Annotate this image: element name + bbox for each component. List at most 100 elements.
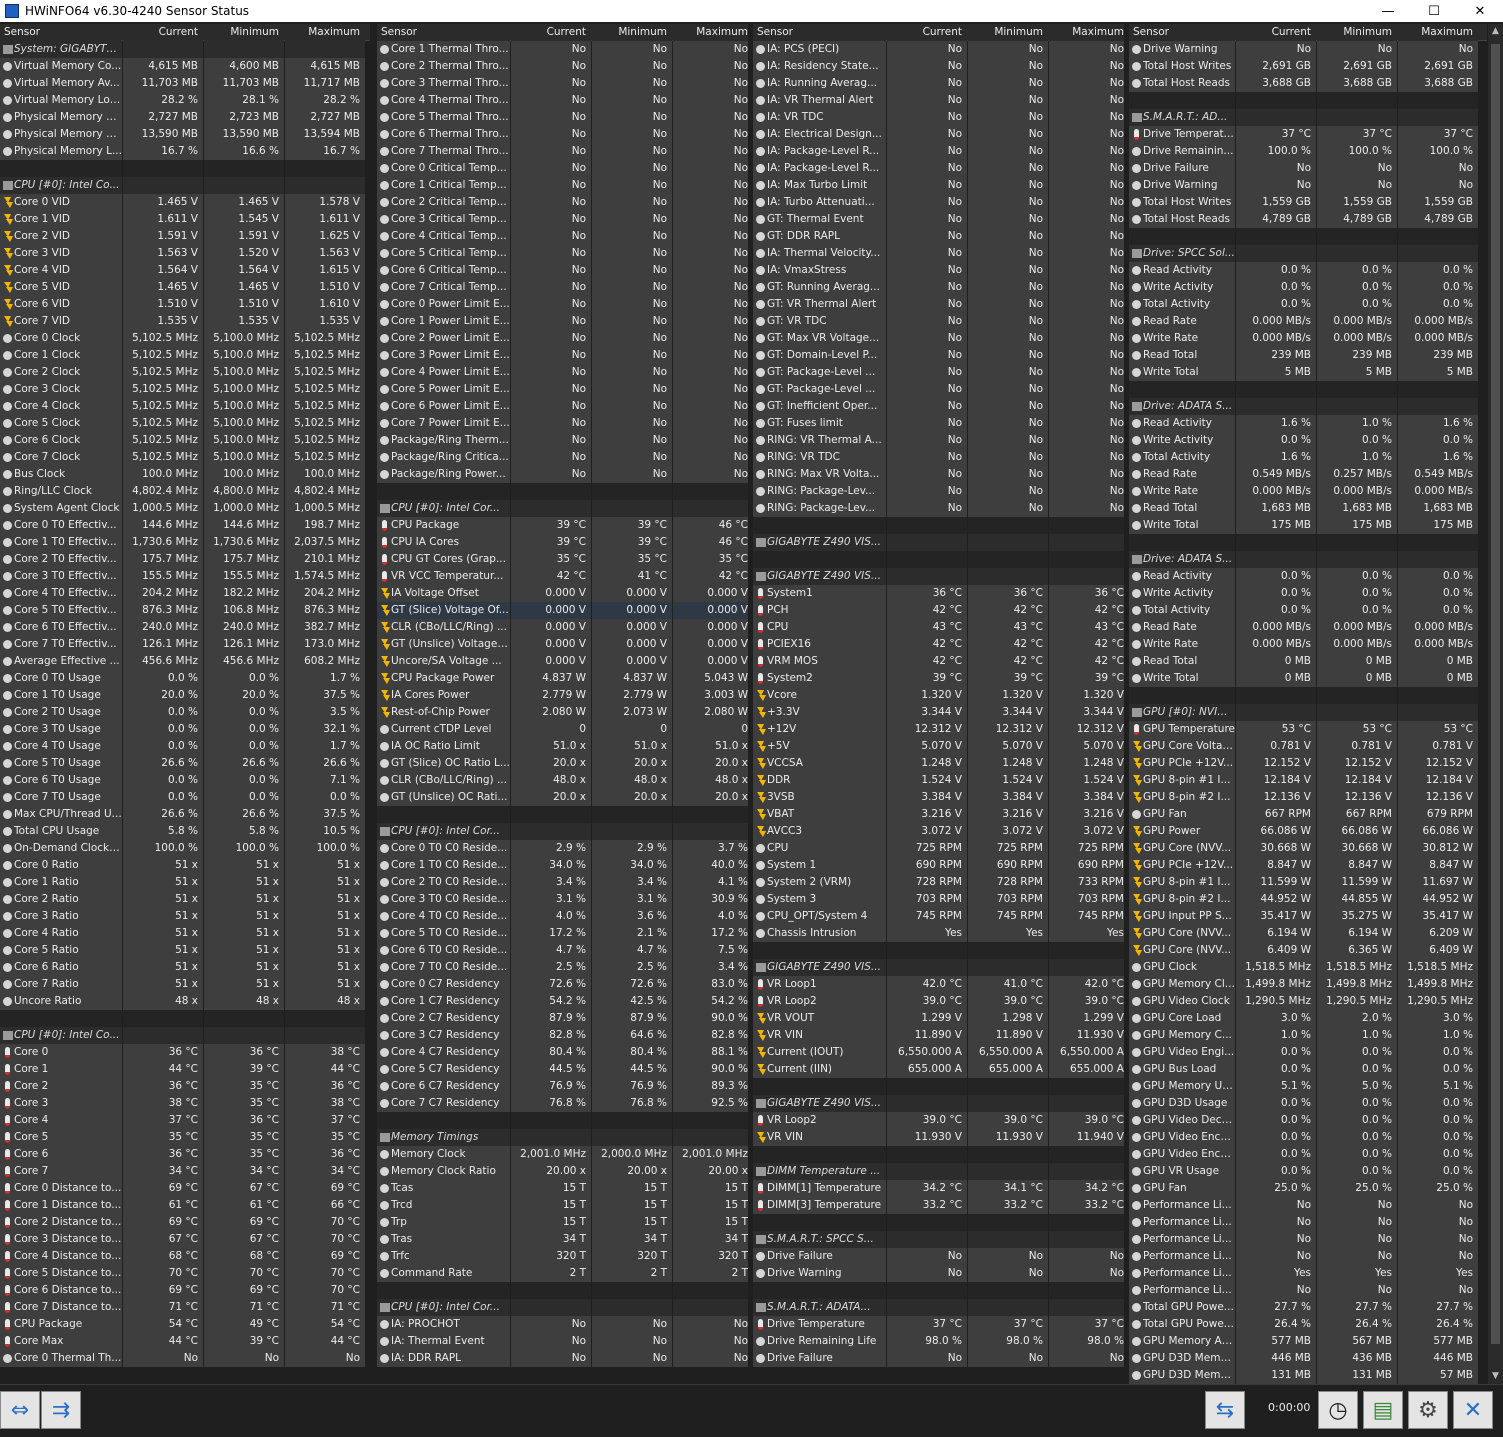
sensor-row[interactable]: IA: Package-Level R... No No No xyxy=(753,160,1124,177)
sensor-row[interactable]: GPU Clock 1,518.5 MHz 1,518.5 MHz 1,518.5 M… xyxy=(1129,959,1487,976)
sensor-row[interactable]: CPU IA Cores 39 °C 39 °C 46 °C xyxy=(377,534,748,551)
header-sensor[interactable]: Sensor xyxy=(1129,24,1235,41)
sensor-row[interactable]: System 3 703 RPM 703 RPM 703 RPM xyxy=(753,891,1124,908)
column-header[interactable]: Sensor Current Minimum Maximum xyxy=(1129,24,1487,41)
sensor-row[interactable]: Core 1 Critical Temp... No No No xyxy=(377,177,748,194)
sensor-row[interactable]: Core 5 VID 1.465 V 1.465 V 1.510 V xyxy=(0,279,370,296)
sensor-row[interactable]: GT: Fuses limit No No No xyxy=(753,415,1124,432)
sensor-row[interactable]: Core 0 VID 1.465 V 1.465 V 1.578 V xyxy=(0,194,370,211)
sensor-row[interactable]: Drive Failure No No No xyxy=(753,1350,1124,1367)
sensor-group-header[interactable]: System: GIGABYTE... xyxy=(0,41,370,58)
sensor-row[interactable]: System1 36 °C 36 °C 36 °C xyxy=(753,585,1124,602)
sensor-row[interactable]: Core 1 Ratio 51 x 51 x 51 x xyxy=(0,874,370,891)
sensor-row[interactable]: RING: Package-Lev... No No No xyxy=(753,500,1124,517)
sensor-row[interactable]: DIMM[1] Temperature 34.2 °C 34.1 °C 34.2 °C xyxy=(753,1180,1124,1197)
sensor-row[interactable]: Core 6 36 °C 35 °C 36 °C xyxy=(0,1146,370,1163)
sensor-row[interactable]: Trp 15 T 15 T 15 T xyxy=(377,1214,748,1231)
sensor-row[interactable]: VCCSA 1.248 V 1.248 V 1.248 V xyxy=(753,755,1124,772)
sensor-row[interactable]: Core 6 Power Limit E... No No No xyxy=(377,398,748,415)
sensor-row[interactable]: IA: Electrical Design... No No No xyxy=(753,126,1124,143)
column-header[interactable]: Sensor Current Minimum Maximum xyxy=(753,24,1124,41)
sensor-row[interactable]: Core 6 Ratio 51 x 51 x 51 x xyxy=(0,959,370,976)
sensor-row[interactable]: GPU Video Clock 1,290.5 MHz 1,290.5 MHz 1,2… xyxy=(1129,993,1487,1010)
sensor-row[interactable]: Package/Ring Therm... No No No xyxy=(377,432,748,449)
sensor-row[interactable]: Core 1 Distance to... 61 °C 61 °C 66 °C xyxy=(0,1197,370,1214)
sensor-row[interactable]: Core 6 Critical Temp... No No No xyxy=(377,262,748,279)
sensor-row[interactable]: Core 4 Ratio 51 x 51 x 51 x xyxy=(0,925,370,942)
sensor-row[interactable]: Virtual Memory Av... 11,703 MB 11,703 MB 11… xyxy=(0,75,370,92)
sensor-row[interactable]: Core 1 Thermal Thro... No No No xyxy=(377,41,748,58)
sensor-row[interactable]: Core 4 C7 Residency 80.4 % 80.4 % 88.1 % xyxy=(377,1044,748,1061)
sensor-row[interactable]: Virtual Memory Co... 4,615 MB 4,600 MB 4,61… xyxy=(0,58,370,75)
sensor-row[interactable]: GPU Memory Us... 5.1 % 5.0 % 5.1 % xyxy=(1129,1078,1487,1095)
sensor-row[interactable]: VR Loop1 42.0 °C 41.0 °C 42.0 °C xyxy=(753,976,1124,993)
sensor-row[interactable]: Core 7 Thermal Thro... No No No xyxy=(377,143,748,160)
sensor-row[interactable]: IA: VR Thermal Alert No No No xyxy=(753,92,1124,109)
sensor-row[interactable]: Core 7 Critical Temp... No No No xyxy=(377,279,748,296)
sensor-row[interactable]: 3VSB 3.384 V 3.384 V 3.384 V xyxy=(753,789,1124,806)
minimize-button[interactable]: — xyxy=(1365,0,1411,22)
sensor-row[interactable]: GT (Slice) Voltage Of... 0.000 V 0.000 V 0.… xyxy=(377,602,748,619)
sensor-row[interactable]: IA: Max Turbo Limit No No No xyxy=(753,177,1124,194)
sensor-row[interactable]: Physical Memory U... 2,727 MB 2,723 MB 2,72… xyxy=(0,109,370,126)
sensor-row[interactable]: Read Total 239 MB 239 MB 239 MB xyxy=(1129,347,1487,364)
sensor-row[interactable]: System Agent Clock 1,000.5 MHz 1,000.0 MHz… xyxy=(0,500,370,517)
sensor-row[interactable]: GPU Core (NVV... 6.409 W 6.365 W 6.409 W xyxy=(1129,942,1487,959)
sensor-row[interactable]: Core 2 Critical Temp... No No No xyxy=(377,194,748,211)
sensor-row[interactable]: Drive Remainin... 100.0 % 100.0 % 100.0 % xyxy=(1129,143,1487,160)
close-button[interactable]: ✕ xyxy=(1453,1391,1493,1429)
header-maximum[interactable]: Maximum xyxy=(673,24,748,41)
sensor-row[interactable]: RING: VR Thermal A... No No No xyxy=(753,432,1124,449)
header-maximum[interactable]: Maximum xyxy=(1398,24,1478,41)
sensor-row[interactable]: Core 3 Thermal Thro... No No No xyxy=(377,75,748,92)
sensor-row[interactable]: IA: Turbo Attenuati... No No No xyxy=(753,194,1124,211)
sensor-row[interactable]: Core 4 VID 1.564 V 1.564 V 1.615 V xyxy=(0,262,370,279)
sensor-row[interactable]: Core 0 Power Limit E... No No No xyxy=(377,296,748,313)
sensor-row[interactable]: Core 2 Power Limit E... No No No xyxy=(377,330,748,347)
sensor-row[interactable]: GPU D3D Memo... 131 MB 131 MB 57 MB xyxy=(1129,1367,1487,1384)
sensor-row[interactable]: GPU Bus Load 0.0 % 0.0 % 0.0 % xyxy=(1129,1061,1487,1078)
sensor-row[interactable]: Total Activity 0.0 % 0.0 % 0.0 % xyxy=(1129,296,1487,313)
sensor-row[interactable]: Core 7 Clock 5,102.5 MHz 5,100.0 MHz 5,102.… xyxy=(0,449,370,466)
sensor-row[interactable]: Total Activity 1.6 % 1.0 % 1.6 % xyxy=(1129,449,1487,466)
header-sensor[interactable]: Sensor xyxy=(377,24,510,41)
sensor-row[interactable]: Core 7 T0 Effectiv... 126.1 MHz 126.1 MHz 1… xyxy=(0,636,370,653)
sensor-row[interactable]: Core 2 Ratio 51 x 51 x 51 x xyxy=(0,891,370,908)
sensor-row[interactable]: Memory Clock 2,001.0 MHz 2,000.0 MHz 2,001.… xyxy=(377,1146,748,1163)
sensor-row[interactable]: IA Cores Power 2.779 W 2.779 W 3.003 W xyxy=(377,687,748,704)
sensor-row[interactable]: Core 3 Distance to... 67 °C 67 °C 70 °C xyxy=(0,1231,370,1248)
sensor-group-header[interactable]: CPU [#0]: Intel Co... xyxy=(0,1027,370,1044)
sensor-row[interactable]: Core 5 35 °C 35 °C 35 °C xyxy=(0,1129,370,1146)
sensor-row[interactable]: Core 4 T0 Usage 0.0 % 0.0 % 1.7 % xyxy=(0,738,370,755)
clock-button[interactable]: ◷ xyxy=(1318,1391,1358,1429)
sensor-row[interactable]: Drive Warning No No No xyxy=(1129,177,1487,194)
sensor-row[interactable]: CPU GT Cores (Grap... 35 °C 35 °C 35 °C xyxy=(377,551,748,568)
sensor-row[interactable]: GPU Memory C... 1.0 % 1.0 % 1.0 % xyxy=(1129,1027,1487,1044)
sensor-row[interactable]: Trfc 320 T 320 T 320 T xyxy=(377,1248,748,1265)
sensor-row[interactable]: Core 2 T0 Usage 0.0 % 0.0 % 3.5 % xyxy=(0,704,370,721)
sensor-row[interactable]: Total GPU Powe... 26.4 % 26.4 % 26.4 % xyxy=(1129,1316,1487,1333)
sensor-row[interactable]: Core 7 T0 Usage 0.0 % 0.0 % 0.0 % xyxy=(0,789,370,806)
sensor-row[interactable]: CLR (CBo/LLC/Ring) ... 0.000 V 0.000 V 0.00… xyxy=(377,619,748,636)
sensor-row[interactable]: Core 0 T0 C0 Reside... 2.9 % 2.9 % 3.7 % xyxy=(377,840,748,857)
sensor-row[interactable]: GPU Video Enco... 0.0 % 0.0 % 0.0 % xyxy=(1129,1129,1487,1146)
sensor-row[interactable]: CPU Package 54 °C 49 °C 54 °C xyxy=(0,1316,370,1333)
sensor-row[interactable]: Core 1 VID 1.611 V 1.545 V 1.611 V xyxy=(0,211,370,228)
sensor-row[interactable]: Core 3 Ratio 51 x 51 x 51 x xyxy=(0,908,370,925)
sensor-row[interactable]: Drive Warning No No No xyxy=(1129,41,1487,58)
sensor-row[interactable]: Core 4 37 °C 36 °C 37 °C xyxy=(0,1112,370,1129)
sensor-row[interactable]: Command Rate 2 T2 T2 T xyxy=(377,1265,748,1282)
sensor-row[interactable]: IA: PROCHOT No No No xyxy=(377,1316,748,1333)
sensor-row[interactable]: GT: VR Thermal Alert No No No xyxy=(753,296,1124,313)
sensor-row[interactable]: System 1 690 RPM 690 RPM 690 RPM xyxy=(753,857,1124,874)
sensor-row[interactable]: GT: Domain-Level P... No No No xyxy=(753,347,1124,364)
header-sensor[interactable]: Sensor xyxy=(0,24,122,41)
sensor-row[interactable]: Core 4 Critical Temp... No No No xyxy=(377,228,748,245)
sensor-row[interactable]: Core 3 T0 Usage 0.0 % 0.0 % 32.1 % xyxy=(0,721,370,738)
sensor-row[interactable]: CLR (CBo/LLC/Ring) ... 48.0 x 48.0 x 48.0 x xyxy=(377,772,748,789)
sensor-row[interactable]: Core 5 Critical Temp... No No No xyxy=(377,245,748,262)
sensor-row[interactable]: Performance Li... No No No xyxy=(1129,1282,1487,1299)
sensor-row[interactable]: Core 7 C7 Residency 76.8 % 76.8 % 92.5 % xyxy=(377,1095,748,1112)
sensor-row[interactable]: Core 5 Thermal Thro... No No No xyxy=(377,109,748,126)
sensor-row[interactable]: GPU Core (NVV... 30.668 W 30.668 W 30.812 W xyxy=(1129,840,1487,857)
